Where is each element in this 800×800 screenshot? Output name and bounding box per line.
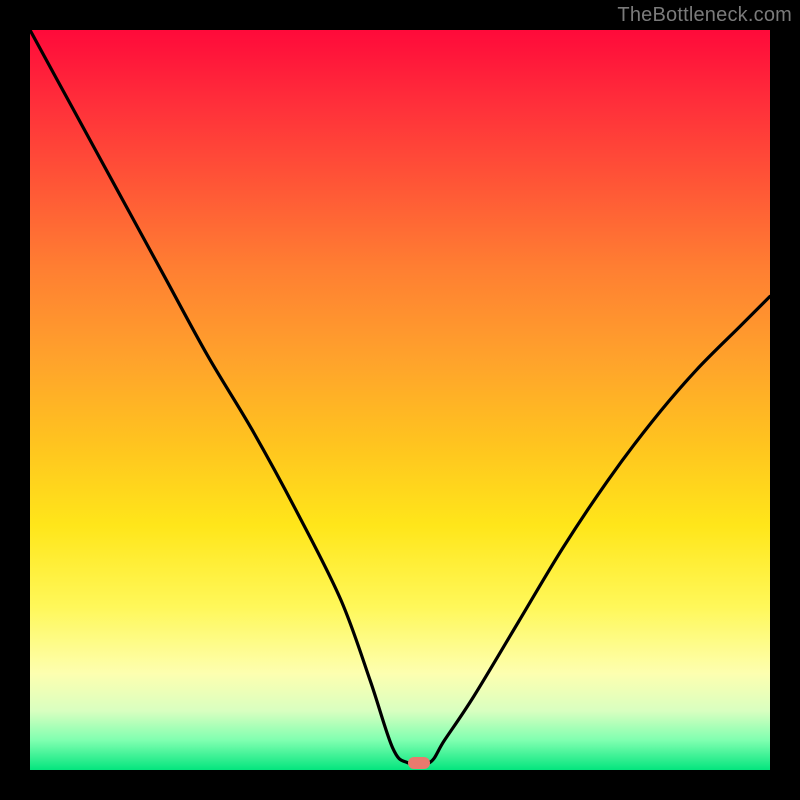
curve-layer (30, 30, 770, 770)
optimal-marker (408, 757, 430, 769)
plot-area (30, 30, 770, 770)
chart-frame: TheBottleneck.com (0, 0, 800, 800)
bottleneck-curve (30, 30, 770, 765)
watermark-text: TheBottleneck.com (617, 4, 792, 27)
